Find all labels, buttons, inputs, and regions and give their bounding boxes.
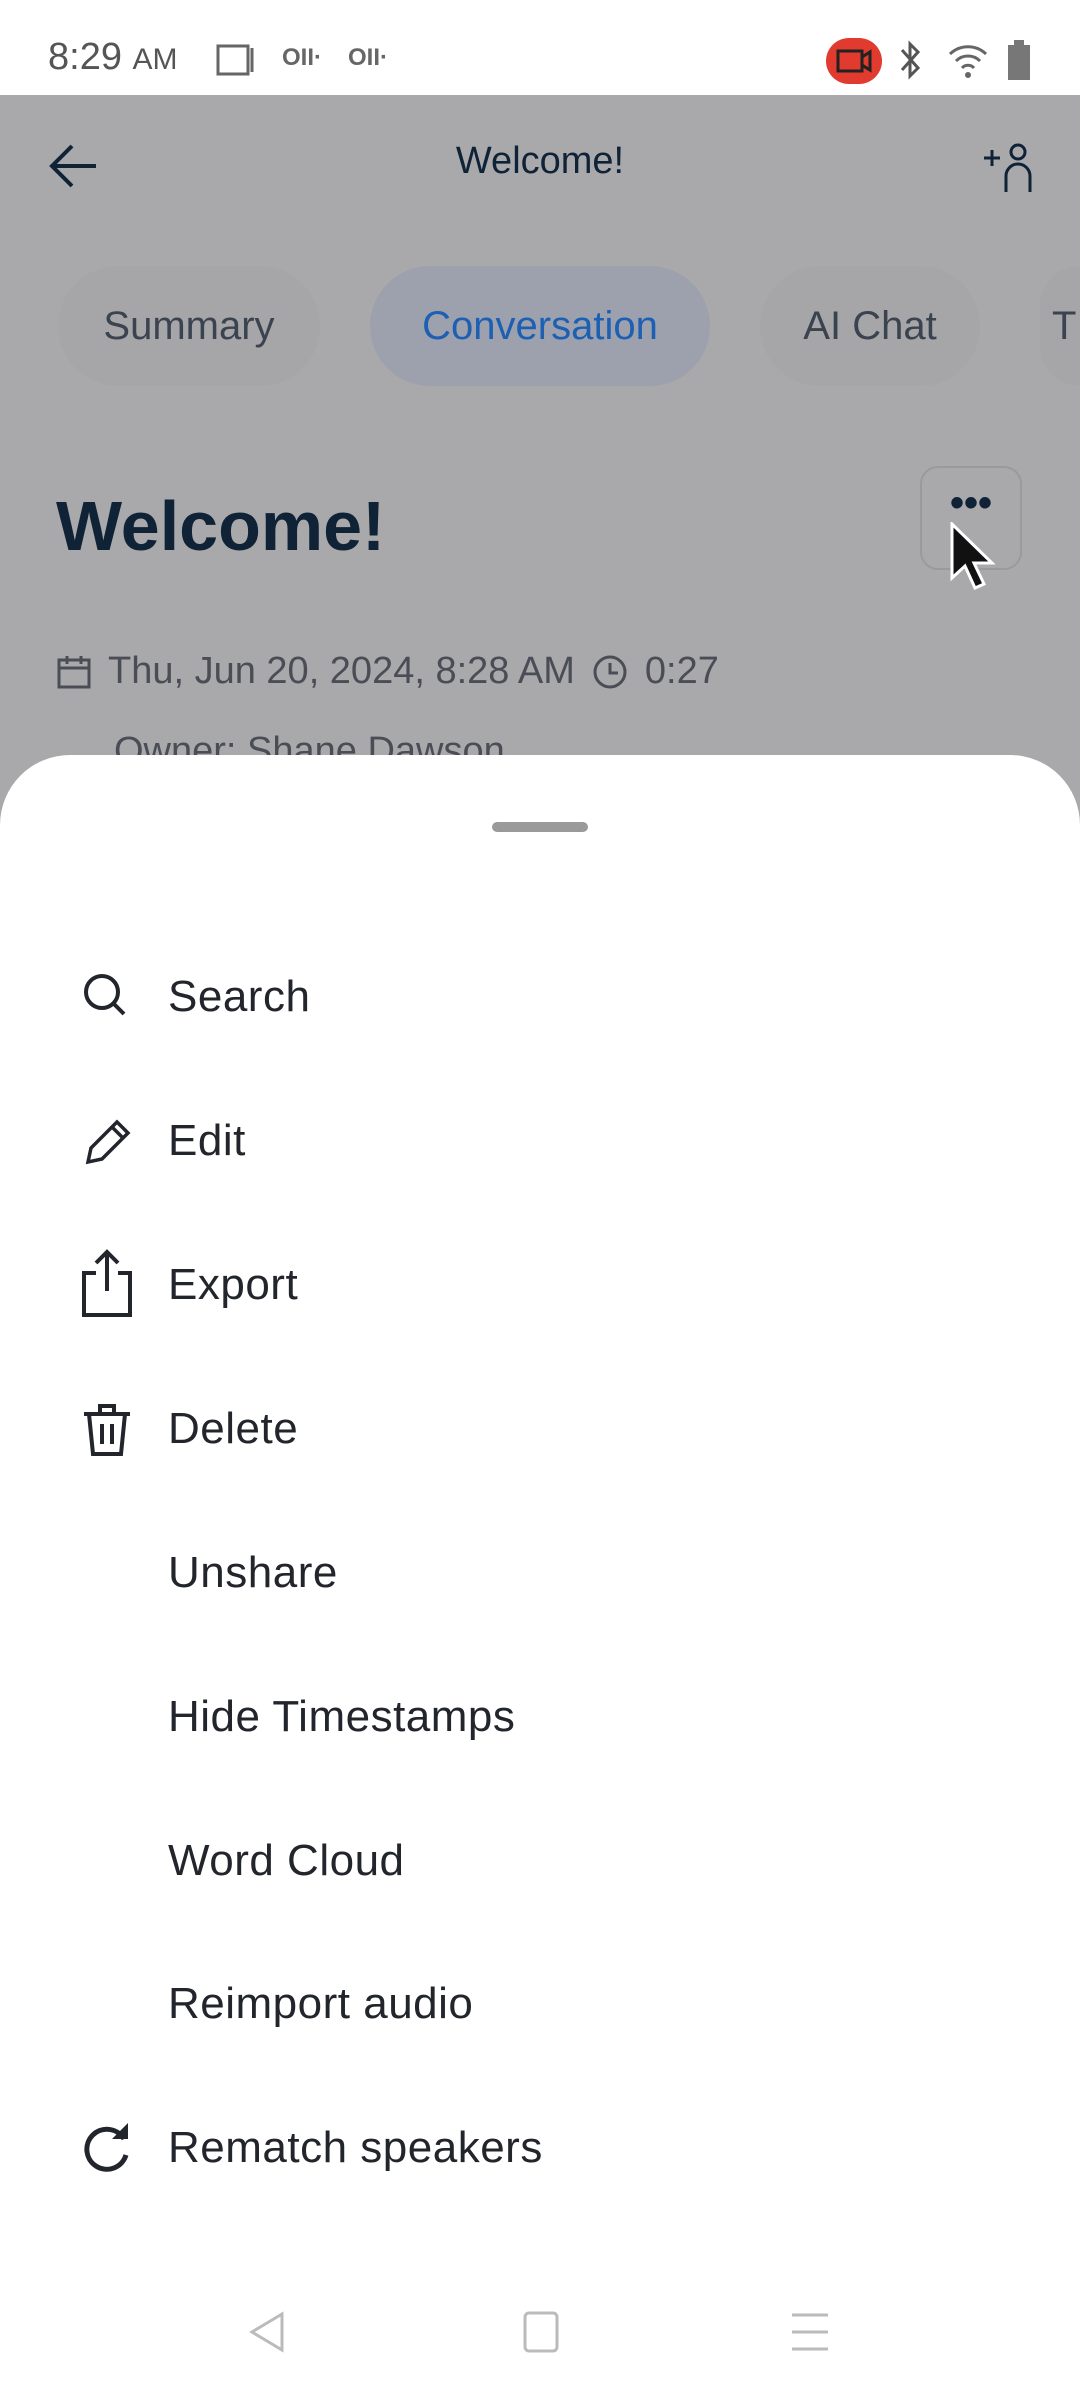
tab-summary[interactable]: Summary bbox=[58, 266, 320, 386]
menu-item-rematch-speakers[interactable]: Rematch speakers bbox=[0, 2076, 1080, 2220]
menu-item-label: Hide Timestamps bbox=[168, 1692, 516, 1741]
tab-conversation[interactable]: Conversation bbox=[370, 266, 710, 386]
note-meta: Thu, Jun 20, 2024, 8:28 AM 0:27 bbox=[56, 650, 719, 693]
menu-item-label: Word Cloud bbox=[168, 1836, 405, 1885]
search-icon bbox=[84, 974, 126, 1016]
nav-menu-icon[interactable] bbox=[790, 2310, 830, 2354]
share-icon bbox=[82, 1249, 132, 1317]
add-person-icon[interactable] bbox=[982, 142, 1034, 194]
menu-item-label: Search bbox=[168, 972, 311, 1021]
wifi-icon bbox=[948, 45, 988, 78]
menu-item-export[interactable]: Export bbox=[0, 1213, 1080, 1357]
note-date: Thu, Jun 20, 2024, 8:28 AM bbox=[108, 650, 575, 692]
menu-item-search[interactable]: Search bbox=[0, 925, 1080, 1069]
menu-item-label: Export bbox=[168, 1260, 299, 1309]
nav-home-icon[interactable] bbox=[522, 2310, 560, 2354]
status-bar: 8:29 AM OII· OII· bbox=[0, 0, 1080, 95]
voice-icon: OII· bbox=[282, 44, 322, 71]
screen-icon bbox=[216, 44, 254, 76]
menu-item-unshare[interactable]: Unshare bbox=[0, 1501, 1080, 1645]
menu-item-label: Reimport audio bbox=[168, 1979, 474, 2028]
tab-ai-chat[interactable]: AI Chat bbox=[760, 266, 980, 386]
menu-item-edit[interactable]: Edit bbox=[0, 1069, 1080, 1213]
status-time: 8:29 AM bbox=[48, 36, 178, 79]
nav-back-icon[interactable] bbox=[246, 2310, 286, 2354]
menu-item-label: Rematch speakers bbox=[168, 2123, 543, 2172]
note-title: Welcome! bbox=[56, 487, 386, 565]
menu-item-delete[interactable]: Delete bbox=[0, 1357, 1080, 1501]
menu-item-hide-timestamps[interactable]: Hide Timestamps bbox=[0, 1645, 1080, 1789]
menu-item-label: Unshare bbox=[168, 1548, 338, 1597]
menu-item-reimport-audio[interactable]: Reimport audio bbox=[0, 1932, 1080, 2076]
calendar-icon bbox=[57, 655, 91, 688]
ampm-text: AM bbox=[132, 43, 178, 76]
menu-item-label: Delete bbox=[168, 1404, 299, 1453]
sheet-drag-handle[interactable] bbox=[492, 822, 588, 832]
screen-record-icon bbox=[826, 38, 882, 84]
mouse-cursor-icon bbox=[950, 522, 996, 590]
bluetooth-icon bbox=[900, 40, 921, 80]
trash-icon bbox=[84, 1404, 130, 1456]
pencil-icon bbox=[85, 1119, 131, 1165]
menu-item-label: Edit bbox=[168, 1116, 246, 1165]
note-duration: 0:27 bbox=[644, 650, 719, 692]
more-dots-icon: ••• bbox=[949, 481, 992, 525]
refresh-icon bbox=[84, 2123, 129, 2172]
clock-icon bbox=[593, 655, 627, 688]
menu-item-word-cloud[interactable]: Word Cloud bbox=[0, 1789, 1080, 1933]
tab-partial[interactable]: T bbox=[1040, 266, 1080, 386]
time-text: 8:29 bbox=[48, 36, 122, 78]
header-title: Welcome! bbox=[455, 140, 625, 182]
battery-icon bbox=[1008, 40, 1030, 80]
voice-icon-2: OII· bbox=[348, 44, 388, 71]
